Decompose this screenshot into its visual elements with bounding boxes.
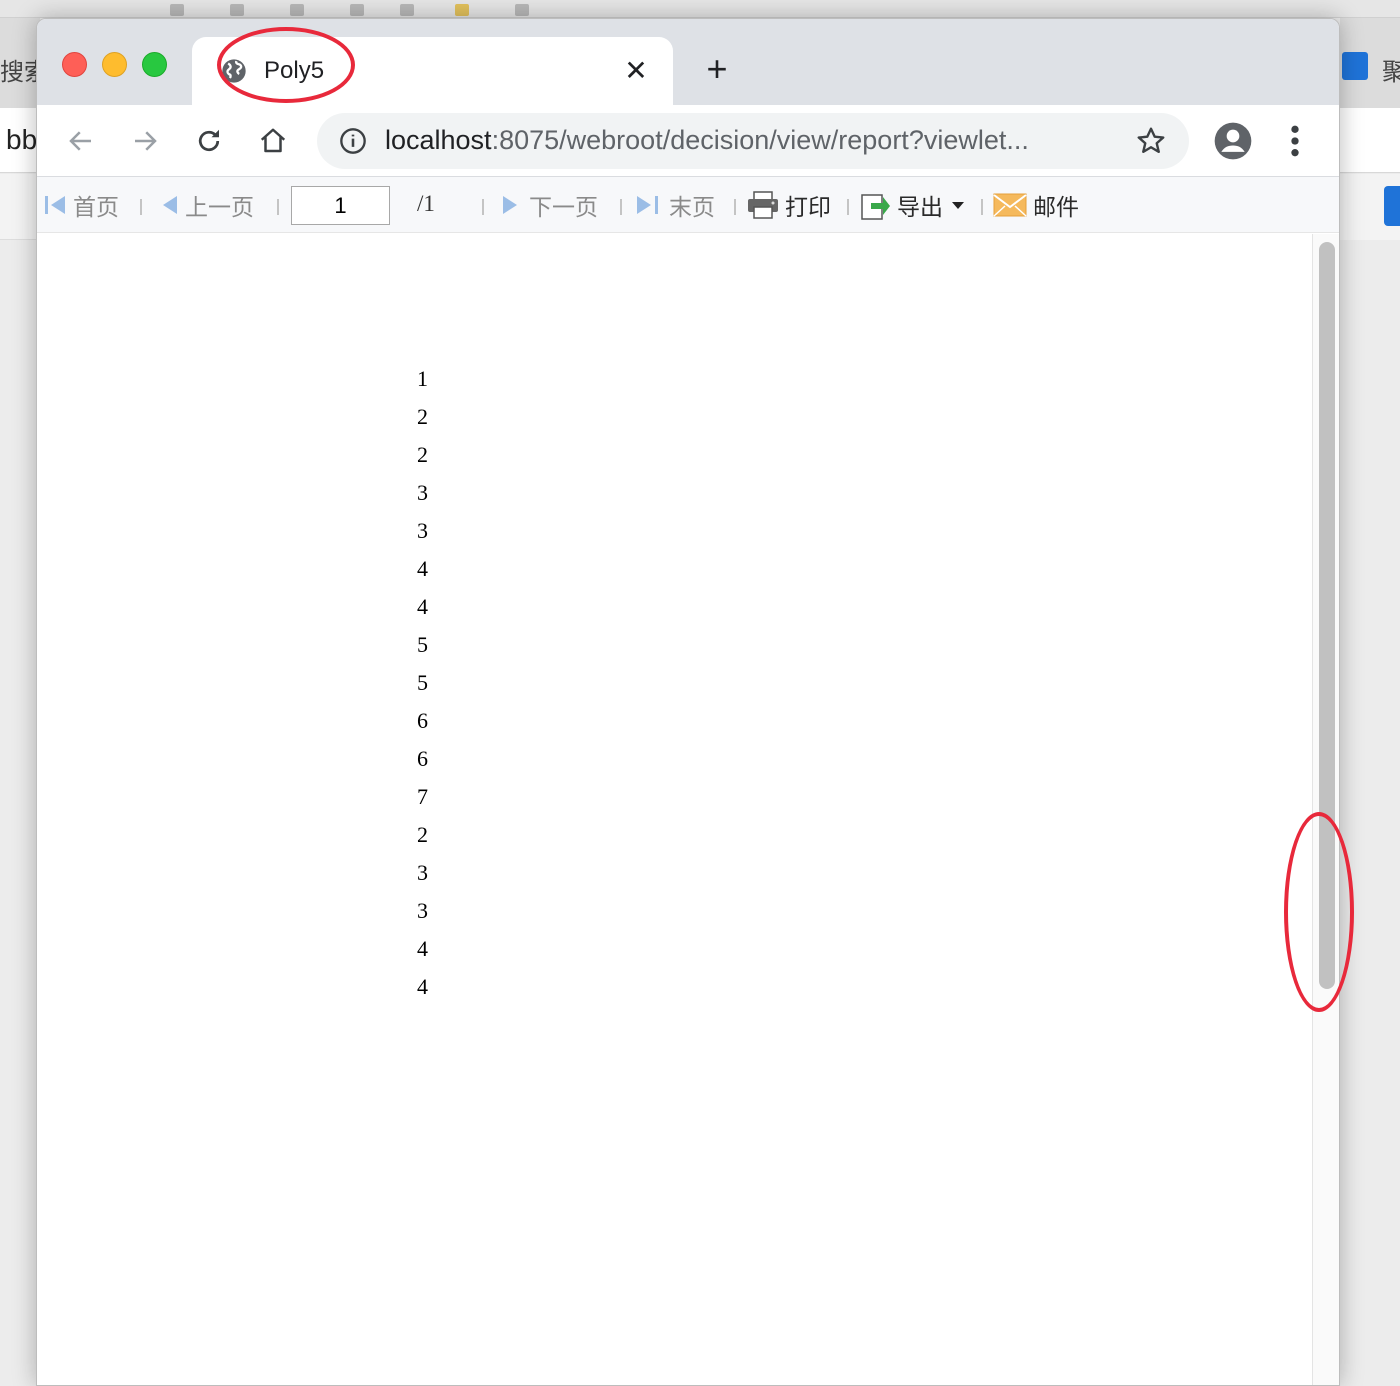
new-tab-button[interactable]: + — [701, 51, 733, 87]
background-icon — [515, 4, 529, 16]
export-label: 导出 — [897, 195, 943, 221]
report-cell: 3 — [417, 860, 428, 885]
address-host: localhost — [385, 125, 492, 155]
first-page-icon — [45, 196, 65, 214]
toolbar-separator — [620, 199, 622, 215]
background-left-bar: bb — [0, 108, 40, 173]
home-icon — [260, 128, 286, 153]
print-button[interactable]: 打印 — [747, 187, 831, 223]
first-page-button[interactable]: 首页 — [43, 187, 119, 223]
prev-page-button[interactable]: 上一页 — [159, 187, 254, 223]
report-cell: 4 — [417, 556, 428, 581]
report-cell: 5 — [417, 670, 428, 695]
tab-close-button[interactable]: ✕ — [622, 57, 650, 85]
vertical-scrollbar[interactable] — [1312, 234, 1339, 1385]
background-app-logo-icon — [1342, 52, 1368, 80]
background-right-tab-text: 聚 — [1382, 58, 1400, 86]
background-right-panel — [1340, 174, 1400, 240]
background-left-tab: 搜索 — [0, 18, 48, 108]
report-cell: 1 — [417, 366, 428, 391]
arrow-right-icon — [135, 131, 157, 151]
background-left-area — [0, 240, 36, 1386]
last-page-icon — [637, 196, 658, 214]
report-cell: 6 — [417, 746, 428, 771]
forward-button[interactable] — [127, 123, 163, 159]
arrow-left-icon — [69, 131, 91, 151]
report-cell: 7 — [417, 784, 428, 809]
report-cell: 2 — [417, 404, 428, 429]
background-left-bar-text: bb — [6, 124, 38, 155]
email-button[interactable]: 邮件 — [993, 187, 1079, 223]
toolbar-separator — [734, 199, 736, 215]
window-maximize-button[interactable] — [142, 52, 167, 77]
background-icon — [170, 4, 184, 16]
next-page-icon — [503, 196, 517, 214]
profile-avatar-icon[interactable] — [1213, 121, 1253, 161]
envelope-icon — [993, 193, 1027, 217]
report-cell: 3 — [417, 518, 428, 543]
window-minimize-button[interactable] — [102, 52, 127, 77]
address-bar[interactable]: localhost:8075/webroot/decision/view/rep… — [317, 113, 1189, 169]
report-cell: 4 — [417, 594, 428, 619]
report-cell: 4 — [417, 936, 428, 961]
background-icon — [455, 4, 469, 16]
globe-icon — [222, 59, 246, 83]
toolbar-separator — [847, 199, 849, 215]
prev-page-icon — [163, 196, 177, 214]
printer-icon — [748, 191, 778, 219]
browser-toolbar: localhost:8075/webroot/decision/view/rep… — [37, 105, 1339, 177]
toolbar-separator — [140, 199, 142, 215]
print-label: 打印 — [785, 195, 831, 221]
background-icon — [230, 4, 244, 16]
report-toolbar: 首页 上一页 /1 下一页 末页 打印 导出 — [37, 177, 1339, 233]
background-icon — [290, 4, 304, 16]
export-icon — [861, 194, 890, 220]
report-cell: 4 — [417, 974, 428, 999]
background-icon — [350, 4, 364, 16]
report-cell: 6 — [417, 708, 428, 733]
report-cell: 2 — [417, 822, 428, 847]
report-column: 1 2 2 3 3 4 4 5 5 6 6 7 2 3 3 4 4 — [417, 360, 428, 1006]
scrollbar-thumb[interactable] — [1319, 242, 1335, 989]
report-cell: 5 — [417, 632, 428, 657]
last-page-label: 末页 — [669, 195, 715, 221]
next-page-button[interactable]: 下一页 — [499, 187, 598, 223]
bookmark-star-icon[interactable] — [1135, 125, 1167, 157]
background-left-panel — [0, 174, 40, 240]
background-icon — [400, 4, 414, 16]
report-cell: 3 — [417, 480, 428, 505]
toolbar-separator — [277, 199, 279, 215]
background-blue-button — [1384, 186, 1400, 226]
background-right-bar — [1340, 108, 1400, 173]
tab-strip: Poly5 ✕ + — [37, 19, 1339, 105]
page-total: /1 — [417, 191, 435, 216]
more-menu-icon[interactable] — [1283, 121, 1307, 161]
address-path: :8075/webroot/decision/view/report?viewl… — [491, 125, 1029, 155]
last-page-button[interactable]: 末页 — [635, 187, 715, 223]
home-button[interactable] — [255, 123, 291, 159]
reload-icon — [198, 129, 220, 152]
background-right-tab: 聚 — [1340, 18, 1400, 108]
export-button[interactable]: 导出 — [859, 187, 973, 223]
first-page-label: 首页 — [73, 195, 119, 221]
background-window-strip — [0, 0, 1400, 18]
window-close-button[interactable] — [62, 52, 87, 77]
report-content: 1 2 2 3 3 4 4 5 5 6 6 7 2 3 3 4 4 — [37, 234, 1313, 1385]
toolbar-separator — [981, 199, 983, 215]
tab-poly5[interactable]: Poly5 ✕ — [192, 37, 673, 105]
caret-down-icon — [952, 202, 964, 209]
tab-title: Poly5 — [264, 57, 325, 84]
back-button[interactable] — [63, 123, 99, 159]
reload-button[interactable] — [191, 123, 227, 159]
toolbar-separator — [482, 199, 484, 215]
info-icon[interactable] — [339, 127, 367, 155]
next-page-label: 下一页 — [529, 195, 598, 221]
report-cell: 3 — [417, 898, 428, 923]
page-number-input[interactable] — [291, 186, 390, 225]
address-url[interactable]: localhost:8075/webroot/decision/view/rep… — [385, 125, 1029, 156]
report-cell: 2 — [417, 442, 428, 467]
prev-page-label: 上一页 — [185, 195, 254, 221]
email-label: 邮件 — [1033, 195, 1079, 221]
browser-window: Poly5 ✕ + localhost:8075/webroot/decisio… — [36, 18, 1340, 1386]
